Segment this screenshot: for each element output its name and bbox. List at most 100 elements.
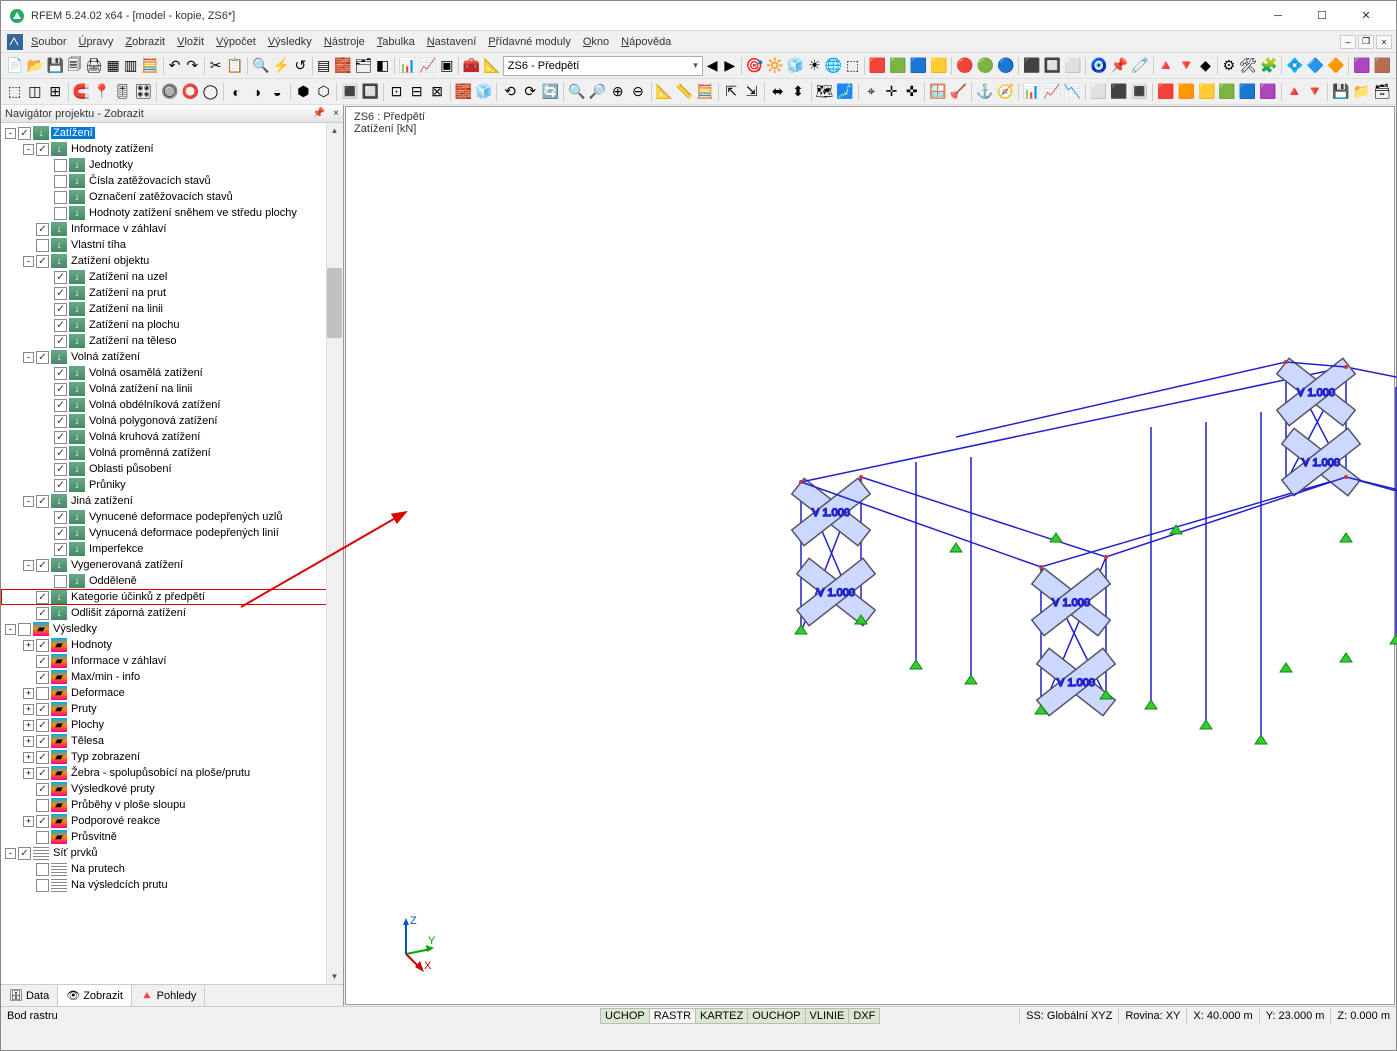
- tree-checkbox[interactable]: ✓: [54, 319, 67, 332]
- toolbar-button[interactable]: ⬌: [768, 81, 787, 103]
- toolbar-button[interactable]: 🪠: [949, 81, 968, 103]
- toolbar-button[interactable]: ◐: [227, 81, 246, 103]
- toolbar-button[interactable]: 🟧: [1177, 81, 1196, 103]
- toolbar-button[interactable]: 🧮: [140, 55, 159, 77]
- toolbar-button[interactable]: 🧭: [995, 81, 1014, 103]
- toolbar-button[interactable]: ✂: [207, 55, 224, 77]
- toolbar-button[interactable]: 🪟: [928, 81, 947, 103]
- toolbar-button[interactable]: ⬜: [1063, 55, 1082, 77]
- tree-checkbox[interactable]: ✓: [36, 591, 49, 604]
- tree-checkbox[interactable]: ✓: [54, 527, 67, 540]
- toolbar-button[interactable]: ⚡: [272, 55, 291, 77]
- toolbar-button[interactable]: ◑: [247, 81, 266, 103]
- tree-checkbox[interactable]: ✓: [54, 543, 67, 556]
- tree-item[interactable]: ✓↓Volná osamělá zatížení: [1, 365, 343, 381]
- tree-item[interactable]: ✓↓Zatížení na linii: [1, 301, 343, 317]
- toolbar-button[interactable]: 🗂: [353, 55, 373, 77]
- tree-checkbox[interactable]: [36, 239, 49, 252]
- toolbar-button[interactable]: ▤: [315, 55, 332, 77]
- toolbar-button[interactable]: ◯: [201, 81, 220, 103]
- toolbar-button[interactable]: 🟫: [1373, 55, 1392, 77]
- tree-item[interactable]: ▰Průsvitně: [1, 829, 343, 845]
- maximize-button[interactable]: ☐: [1300, 2, 1344, 30]
- toolbar-button[interactable]: ↶: [166, 55, 183, 77]
- tree-toggle[interactable]: +: [23, 720, 34, 731]
- tree-item[interactable]: +✓▰Hodnoty: [1, 637, 343, 653]
- status-toggle-rastr[interactable]: RASTR: [649, 1008, 696, 1024]
- toolbar-button[interactable]: 🔄: [541, 81, 560, 103]
- toolbar-button[interactable]: 🟨: [929, 55, 948, 77]
- toolbar-button[interactable]: 🧷: [1130, 55, 1149, 77]
- status-toggle-dxf[interactable]: DXF: [848, 1008, 880, 1024]
- toolbar-button[interactable]: 🧮: [695, 81, 714, 103]
- toolbar-button[interactable]: ⬛: [1022, 55, 1041, 77]
- tree-toggle[interactable]: -: [23, 496, 34, 507]
- tree-checkbox[interactable]: ✓: [54, 383, 67, 396]
- toolbar-button[interactable]: ⌖: [862, 81, 881, 103]
- tree-checkbox[interactable]: ✓: [54, 415, 67, 428]
- status-toggle-ouchop[interactable]: OUCHOP: [747, 1008, 805, 1024]
- toolbar-button[interactable]: 🔲: [1043, 55, 1062, 77]
- menu-zobrazit[interactable]: Zobrazit: [119, 34, 171, 50]
- tree-checkbox[interactable]: ✓: [36, 351, 49, 364]
- toolbar-button[interactable]: 📁: [1352, 81, 1371, 103]
- toolbar-button[interactable]: 🔆: [765, 55, 784, 77]
- tree-checkbox[interactable]: ✓: [54, 367, 67, 380]
- tree-item[interactable]: ✓▰Výsledkové pruty: [1, 781, 343, 797]
- tree-item[interactable]: Na prutech: [1, 861, 343, 877]
- toolbar-button[interactable]: 🔺: [1156, 55, 1175, 77]
- tree-item[interactable]: ↓Hodnoty zatížení sněhem ve středu ploch…: [1, 205, 343, 221]
- toolbar-button[interactable]: ◆: [1197, 55, 1214, 77]
- tree-item[interactable]: +✓▰Pruty: [1, 701, 343, 717]
- menu-tabulka[interactable]: Tabulka: [371, 34, 421, 50]
- tree-item[interactable]: +✓▰Tělesa: [1, 733, 343, 749]
- tree-item[interactable]: ▰Průběhy v ploše sloupu: [1, 797, 343, 813]
- toolbar-button[interactable]: ⊞: [46, 81, 65, 103]
- toolbar-button[interactable]: ↷: [184, 55, 201, 77]
- toolbar-button[interactable]: 🟩: [888, 55, 907, 77]
- tree-checkbox[interactable]: ✓: [36, 655, 49, 668]
- tree-checkbox[interactable]: ✓: [36, 559, 49, 572]
- scroll-up-icon[interactable]: ▲: [327, 123, 342, 138]
- toolbar-button[interactable]: ▶: [721, 55, 738, 77]
- tree-toggle[interactable]: -: [5, 848, 16, 859]
- tree-item[interactable]: ↓Označení zatěžovacích stavů: [1, 189, 343, 205]
- toolbar-button[interactable]: 💠: [1285, 55, 1304, 77]
- toolbar-button[interactable]: ✜: [902, 81, 921, 103]
- tree-item[interactable]: ↓Čísla zatěžovacích stavů: [1, 173, 343, 189]
- tree-item[interactable]: ✓▰Informace v záhlaví: [1, 653, 343, 669]
- toolbar-button[interactable]: 🔶: [1326, 55, 1345, 77]
- tree-toggle[interactable]: -: [23, 144, 34, 155]
- tree-checkbox[interactable]: ✓: [54, 447, 67, 460]
- toolbar-button[interactable]: ⇱: [722, 81, 741, 103]
- tree-item[interactable]: +✓▰Typ zobrazení: [1, 749, 343, 765]
- pin-icon[interactable]: 📌: [313, 108, 325, 119]
- tree-checkbox[interactable]: ✓: [36, 767, 49, 780]
- toolbar-button[interactable]: ⇲: [742, 81, 761, 103]
- toolbar-button[interactable]: 🔎: [588, 81, 607, 103]
- toolbar-button[interactable]: 🟦: [909, 55, 928, 77]
- tree-item[interactable]: +✓▰Plochy: [1, 717, 343, 733]
- menu-nápověda[interactable]: Nápověda: [615, 34, 677, 50]
- tree-checkbox[interactable]: ✓: [54, 287, 67, 300]
- toolbar-button[interactable]: 🔷: [1306, 55, 1325, 77]
- toolbar-button[interactable]: ⟲: [500, 81, 519, 103]
- menu-přídavné moduly[interactable]: Přídavné moduly: [482, 34, 577, 50]
- tree-toggle[interactable]: +: [23, 736, 34, 747]
- toolbar-button[interactable]: 🟪: [1352, 55, 1371, 77]
- model-viewport[interactable]: ZS6 : Předpětí Zatížení [kN] V 1.000: [345, 106, 1395, 1005]
- toolbar-button[interactable]: 🔵: [996, 55, 1015, 77]
- tree-checkbox[interactable]: [54, 159, 67, 172]
- toolbar-button[interactable]: 🛠: [1238, 55, 1258, 77]
- tree-item[interactable]: ✓↓Průniky: [1, 477, 343, 493]
- tree-toggle[interactable]: +: [23, 768, 34, 779]
- tree-checkbox[interactable]: ✓: [36, 671, 49, 684]
- tree-item[interactable]: -✓↓Volná zatížení: [1, 349, 343, 365]
- tree-checkbox[interactable]: ✓: [36, 143, 49, 156]
- tree-checkbox[interactable]: [54, 575, 67, 588]
- tree-item[interactable]: ✓↓Volná proměnná zatížení: [1, 445, 343, 461]
- toolbar-button[interactable]: 🔳: [340, 81, 359, 103]
- toolbar-button[interactable]: 📊: [1022, 81, 1041, 103]
- tree-checkbox[interactable]: ✓: [54, 511, 67, 524]
- tree-checkbox[interactable]: [54, 175, 67, 188]
